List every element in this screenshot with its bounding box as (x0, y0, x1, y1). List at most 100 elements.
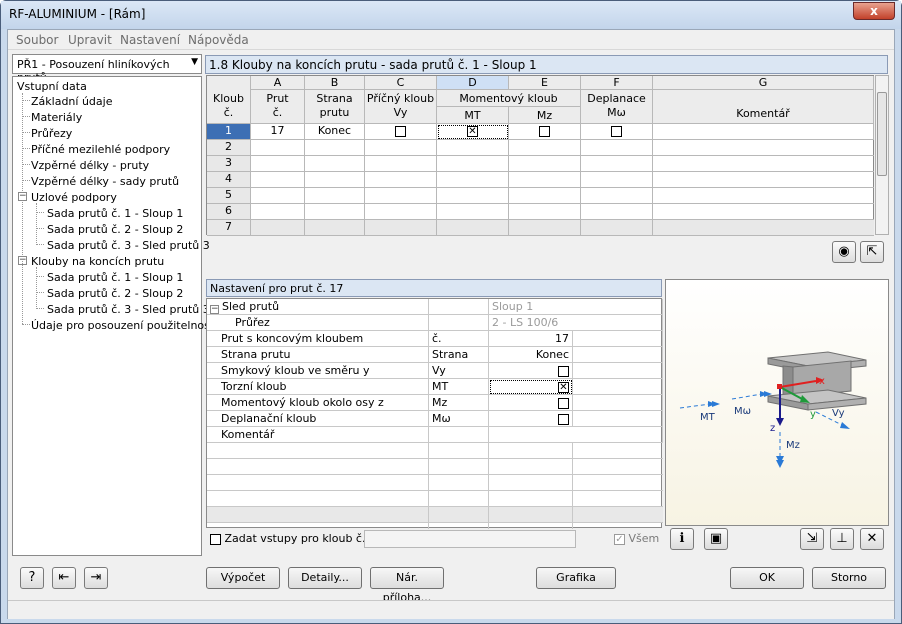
axes-icon[interactable]: ⊥ (830, 528, 854, 550)
all-option[interactable]: ✓ Všem (614, 532, 659, 545)
info-icon[interactable]: ℹ (670, 528, 694, 550)
tree-group-klouby[interactable]: Klouby na koncích prutu (31, 255, 164, 268)
preview-x-label: x (819, 376, 825, 387)
tree-item-kloub-1[interactable]: Sada prutů č. 1 - Sloup 1 (47, 271, 183, 284)
tree-item-podpory[interactable]: Příčné mezilehlé podpory (31, 143, 170, 156)
col-a-header: Prut č. (251, 90, 305, 124)
settings-symbol: Strana (429, 347, 489, 363)
tree-item-materialy[interactable]: Materiály (31, 111, 82, 124)
settings-empty-rows (207, 443, 663, 529)
all-checkbox[interactable]: ✓ (614, 533, 625, 545)
col-letter-d: D (437, 76, 509, 90)
cell-side[interactable]: Konec (305, 124, 365, 140)
preview-vy-label: Vy (832, 408, 845, 419)
empty-grid-rows[interactable] (251, 140, 874, 236)
settings-label: Strana prutu (207, 347, 429, 363)
checkbox-mt[interactable]: ✕ (467, 125, 478, 137)
view-member-icon[interactable]: ⇲ (800, 528, 824, 550)
enter-input-checkbox[interactable] (210, 533, 221, 545)
cell-mz[interactable] (509, 124, 581, 140)
import-icon[interactable]: ⇥ (84, 567, 108, 589)
col-letter-b: B (305, 76, 365, 90)
enter-input-option[interactable]: Zadat vstupy pro kloub č.: (210, 532, 369, 545)
col-g-header: Komentář (653, 90, 874, 124)
cell-member[interactable]: 17 (251, 124, 305, 140)
row-number[interactable]: 7 (207, 220, 251, 236)
settings-prurez-label: Průřez (207, 315, 429, 331)
beam-illustration: x y z MT Mω Vy Mz (679, 351, 867, 468)
row-number[interactable]: 1 (207, 124, 251, 140)
chevron-down-icon: ▼ (191, 57, 198, 67)
menu-soubor[interactable]: Soubor (16, 33, 58, 47)
menu-nastaveni[interactable]: Nastavení (120, 33, 180, 47)
settings-mw-checkbox[interactable] (558, 413, 569, 425)
cell-mt[interactable]: ✕ (437, 124, 509, 140)
tree-item-zakladni[interactable]: Základní údaje (31, 95, 112, 108)
row-number[interactable]: 5 (207, 188, 251, 204)
tree-item-uzel-2[interactable]: Sada prutů č. 2 - Sloup 2 (47, 223, 183, 236)
navigator-tree: Vstupní data Základní údaje Materiály Pr… (12, 76, 217, 556)
menu-upravit[interactable]: Upravit (68, 33, 112, 47)
cell-mw[interactable] (581, 124, 653, 140)
settings-symbol: MT (429, 379, 489, 395)
image-icon[interactable]: ▣ (704, 528, 728, 550)
ok-button[interactable]: OK (730, 567, 804, 589)
national-annex-button[interactable]: Nár. příloha... (370, 567, 444, 604)
close-button[interactable]: x (853, 2, 895, 20)
collapse-icon[interactable]: − (18, 192, 27, 201)
col-d-header: MT (437, 107, 509, 124)
menu-bar: Soubor Upravit Nastavení Nápověda (8, 30, 894, 50)
settings-vy-checkbox[interactable] (558, 365, 569, 377)
details-button[interactable]: Detaily... (288, 567, 362, 589)
row-number[interactable]: 2 (207, 140, 251, 156)
tree-item-pouzitelnost[interactable]: Údaje pro posouzení použitelnosti (31, 319, 217, 332)
hinge-preview: x y z MT Mω Vy Mz (665, 279, 889, 526)
eye-icon[interactable]: ◉ (832, 241, 856, 263)
tree-item-uzel-1[interactable]: Sada prutů č. 1 - Sloup 1 (47, 207, 183, 220)
table-title: 1.8 Klouby na koncích prutu - sada prutů… (205, 55, 888, 74)
cell-comment[interactable] (653, 124, 874, 140)
row-number[interactable]: 3 (207, 156, 251, 172)
calculate-button[interactable]: Výpočet (206, 567, 280, 589)
settings-sled-label: − Sled prutů (207, 299, 429, 315)
settings-side-select[interactable]: Konec (489, 347, 573, 363)
settings-label: Smykový kloub ve směru y (207, 363, 429, 379)
select-member-icon[interactable]: ⇱ (860, 241, 884, 263)
row-number[interactable]: 6 (207, 204, 251, 220)
settings-mz-checkbox[interactable] (558, 397, 569, 409)
window-title: RF-ALUMINIUM - [Rám] (9, 7, 146, 21)
tree-root[interactable]: Vstupní data (17, 80, 87, 93)
checkbox-vy[interactable] (395, 125, 406, 137)
scroll-thumb[interactable] (877, 92, 887, 176)
checkbox-mw[interactable] (611, 125, 622, 137)
preview-mt-label: MT (700, 412, 716, 423)
settings-mt-checkbox[interactable]: ✕ (558, 381, 569, 393)
settings-comment-input[interactable] (489, 427, 663, 443)
col-letter-e: E (509, 76, 581, 90)
tree-item-kloub-2[interactable]: Sada prutů č. 2 - Sloup 2 (47, 287, 183, 300)
menu-napoveda[interactable]: Nápověda (188, 33, 249, 47)
settings-member-input[interactable]: 17 (489, 331, 573, 347)
preview-mz-label: Mz (786, 440, 800, 451)
row-number[interactable]: 4 (207, 172, 251, 188)
cancel-button[interactable]: Storno (812, 567, 886, 589)
reset-view-icon[interactable]: ✕ (860, 528, 884, 550)
tree-item-uzel-3[interactable]: Sada prutů č. 3 - Sled prutů 3 (47, 239, 210, 252)
title-bar: RF-ALUMINIUM - [Rám] x (1, 1, 901, 29)
settings-label: Prut s koncovým kloubem (207, 331, 429, 347)
checkbox-mz[interactable] (539, 125, 550, 137)
graphics-button[interactable]: Grafika (536, 567, 616, 589)
tree-item-kloub-3[interactable]: Sada prutů č. 3 - Sled prutů 3 (47, 303, 210, 316)
col-e-header: Mz (509, 107, 581, 124)
help-icon[interactable]: ? (20, 567, 44, 589)
export-icon[interactable]: ⇤ (52, 567, 76, 589)
tree-item-vzperne-sady[interactable]: Vzpěrné délky - sady prutů (31, 175, 179, 188)
hinge-number-input[interactable] (364, 530, 576, 548)
preview-mw-label: Mω (734, 406, 751, 417)
tree-item-prurezy[interactable]: Průřezy (31, 127, 72, 140)
tree-item-vzperne-pruty[interactable]: Vzpěrné délky - pruty (31, 159, 149, 172)
table-scrollbar[interactable] (875, 75, 889, 235)
case-select[interactable]: PŘ1 - Posouzení hliníkových prutů ▼ (12, 54, 202, 84)
cell-vy[interactable] (365, 124, 437, 140)
tree-group-uzlove[interactable]: Uzlové podpory (31, 191, 117, 204)
